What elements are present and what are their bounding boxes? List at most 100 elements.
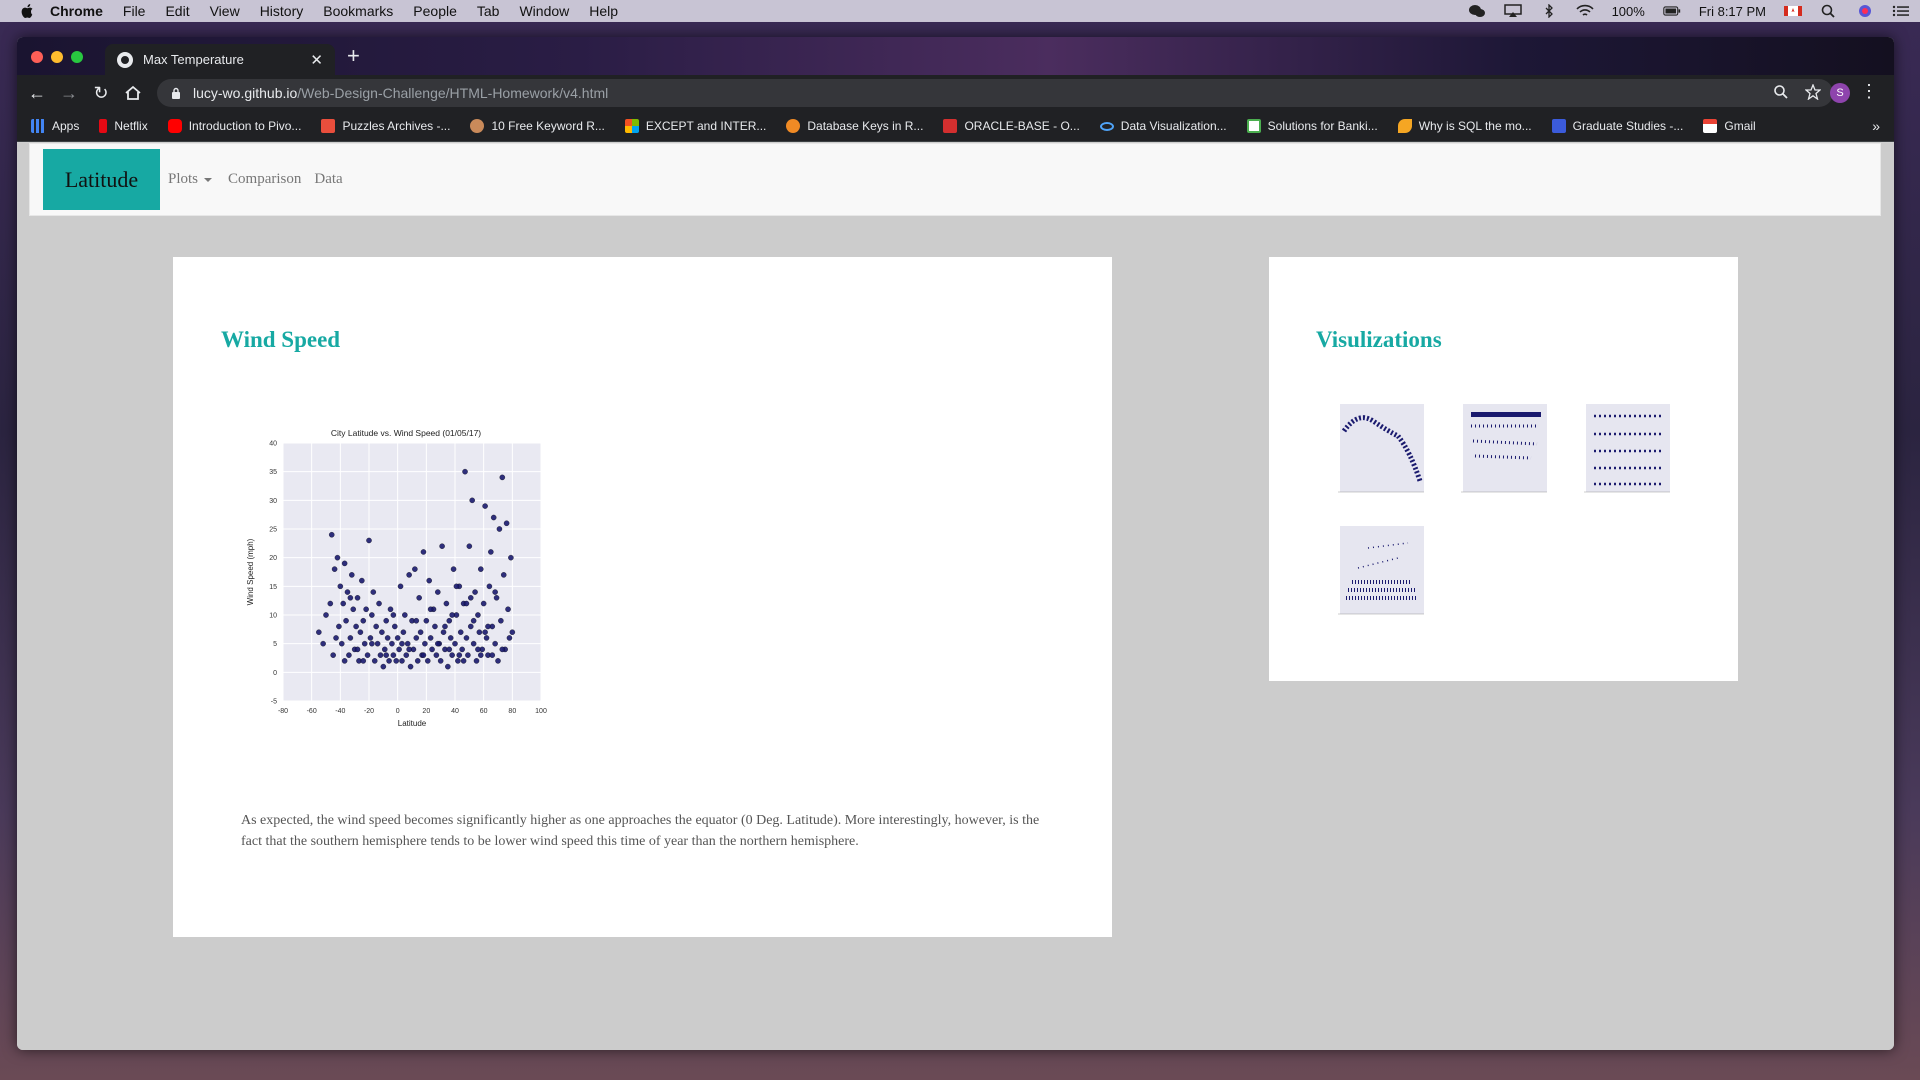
bookmark-label: Apps <box>52 119 80 133</box>
menu-people[interactable]: People <box>413 3 457 19</box>
bookmarks-overflow-icon[interactable]: » <box>1872 118 1880 134</box>
y-tick-label: -5 <box>271 699 277 706</box>
close-tab-icon[interactable]: ✕ <box>310 51 323 69</box>
nav-plots-dropdown[interactable]: Plots <box>168 171 213 188</box>
reload-icon[interactable]: ↻ <box>85 83 117 104</box>
data-point <box>506 635 513 641</box>
bookmark-why-sql[interactable]: Why is SQL the mo... <box>1397 119 1532 133</box>
data-point <box>406 572 412 578</box>
data-point <box>386 658 392 664</box>
thumb-humidity[interactable] <box>1451 396 1551 500</box>
data-point <box>369 640 375 647</box>
bookmark-gmail[interactable]: Gmail <box>1703 119 1756 133</box>
bookmark-netflix[interactable]: Netflix <box>99 119 148 133</box>
thumb-max-temperature[interactable] <box>1328 396 1428 500</box>
bookmark-label: Introduction to Pivo... <box>188 119 302 133</box>
thumb-cloudiness[interactable] <box>1574 396 1674 500</box>
bookmark-solutions-banking[interactable]: Solutions for Banki... <box>1246 119 1378 133</box>
data-point <box>390 652 397 658</box>
bookmark-label: Solutions for Banki... <box>1267 119 1378 133</box>
menu-help[interactable]: Help <box>589 3 618 19</box>
new-tab-button[interactable]: + <box>347 45 360 67</box>
data-point <box>353 623 359 630</box>
menu-bookmarks[interactable]: Bookmarks <box>323 3 393 19</box>
zoom-icon[interactable] <box>1773 84 1789 100</box>
nav-comparison-link[interactable]: Comparison <box>228 171 301 188</box>
wechat-icon[interactable] <box>1468 4 1486 18</box>
siri-icon[interactable] <box>1856 4 1874 18</box>
back-arrow-icon[interactable]: ← <box>21 83 53 104</box>
data-point <box>397 583 404 590</box>
data-point <box>482 503 488 509</box>
wifi-icon[interactable] <box>1575 4 1594 18</box>
data-point <box>364 652 371 658</box>
data-point <box>499 646 506 653</box>
bookmark-apps[interactable]: Apps <box>31 119 79 133</box>
y-tick-label: 15 <box>269 584 277 591</box>
y-tick-label: 10 <box>269 613 277 620</box>
notification-center-icon[interactable] <box>1892 4 1910 18</box>
zoom-window-button[interactable] <box>71 51 83 63</box>
menu-history[interactable]: History <box>260 3 304 19</box>
caret-down-icon <box>204 177 213 182</box>
bookmark-database-keys[interactable]: Database Keys in R... <box>786 119 923 133</box>
menu-edit[interactable]: Edit <box>165 3 189 19</box>
menu-view[interactable]: View <box>210 3 240 19</box>
data-point <box>376 600 382 607</box>
data-point <box>450 566 457 572</box>
data-point <box>366 537 372 544</box>
bookmark-free-keyword[interactable]: 10 Free Keyword R... <box>470 119 605 133</box>
bluetooth-icon[interactable] <box>1540 4 1558 18</box>
bookmark-oracle-base[interactable]: ORACLE-BASE - O... <box>943 119 1080 133</box>
bookmark-label: Why is SQL the mo... <box>1418 119 1532 133</box>
spotlight-search-icon[interactable] <box>1820 4 1838 18</box>
bookmark-puzzles-archives[interactable]: Puzzles Archives -... <box>321 119 450 133</box>
apps-grid-icon <box>31 119 45 133</box>
menubar-clock[interactable]: Fri 8:17 PM <box>1699 4 1766 19</box>
brand-link[interactable]: Latitude <box>43 149 160 210</box>
chrome-menu-icon[interactable]: ⋮ <box>1860 81 1878 102</box>
data-point <box>446 617 453 624</box>
bookmark-graduate-studies[interactable]: Graduate Studies -... <box>1551 119 1683 133</box>
address-bar[interactable]: lucy-wo.github.io/Web-Design-Challenge/H… <box>157 79 1833 107</box>
data-point <box>437 658 444 664</box>
apple-logo-icon[interactable] <box>20 3 36 19</box>
data-point <box>495 658 501 664</box>
data-point <box>473 658 480 664</box>
menu-app-name[interactable]: Chrome <box>50 3 103 19</box>
forward-arrow-icon[interactable]: → <box>53 83 85 104</box>
tab-max-temperature[interactable]: Max Temperature ✕ <box>105 44 335 75</box>
menu-window[interactable]: Window <box>519 3 569 19</box>
thumb-wind-speed[interactable] <box>1328 518 1428 622</box>
menu-tab[interactable]: Tab <box>477 3 500 19</box>
data-point <box>334 554 341 561</box>
bookmark-label: Puzzles Archives -... <box>342 119 451 133</box>
y-axis-label: Wind Speed (mph) <box>246 538 255 605</box>
menu-file[interactable]: File <box>123 3 146 19</box>
wind-speed-panel: Wind Speed -80 -60 -40 -20 0 20 40 60 80 100 -5 0 5 1… <box>173 257 1112 937</box>
minimize-window-button[interactable] <box>51 51 63 63</box>
data-point <box>407 663 414 670</box>
home-icon[interactable] <box>117 84 149 102</box>
bookmark-introduction-pivot[interactable]: Introduction to Pivo... <box>167 119 302 133</box>
bookmark-star-icon[interactable] <box>1805 84 1821 100</box>
nav-data-link[interactable]: Data <box>314 171 342 188</box>
data-point <box>369 612 375 618</box>
bookmark-data-visualization[interactable]: Data Visualization... <box>1099 119 1227 133</box>
data-point <box>320 640 326 647</box>
data-point <box>490 514 497 521</box>
data-point <box>447 635 454 641</box>
bookmark-except-intersect[interactable]: EXCEPT and INTER... <box>624 119 766 133</box>
youtube-icon <box>167 119 182 133</box>
close-window-button[interactable] <box>31 51 43 63</box>
lock-icon[interactable] <box>171 87 181 99</box>
menubar-status-area: 100% Fri 8:17 PM <box>1468 0 1910 22</box>
profile-avatar[interactable]: S <box>1830 83 1850 103</box>
battery-icon[interactable] <box>1663 4 1681 18</box>
data-point <box>446 646 453 653</box>
canada-flag-icon[interactable] <box>1784 4 1802 18</box>
microsoft-icon <box>624 119 639 133</box>
bookmark-label: 10 Free Keyword R... <box>491 119 605 133</box>
airplay-icon[interactable] <box>1503 4 1522 18</box>
globe-icon <box>117 51 133 68</box>
